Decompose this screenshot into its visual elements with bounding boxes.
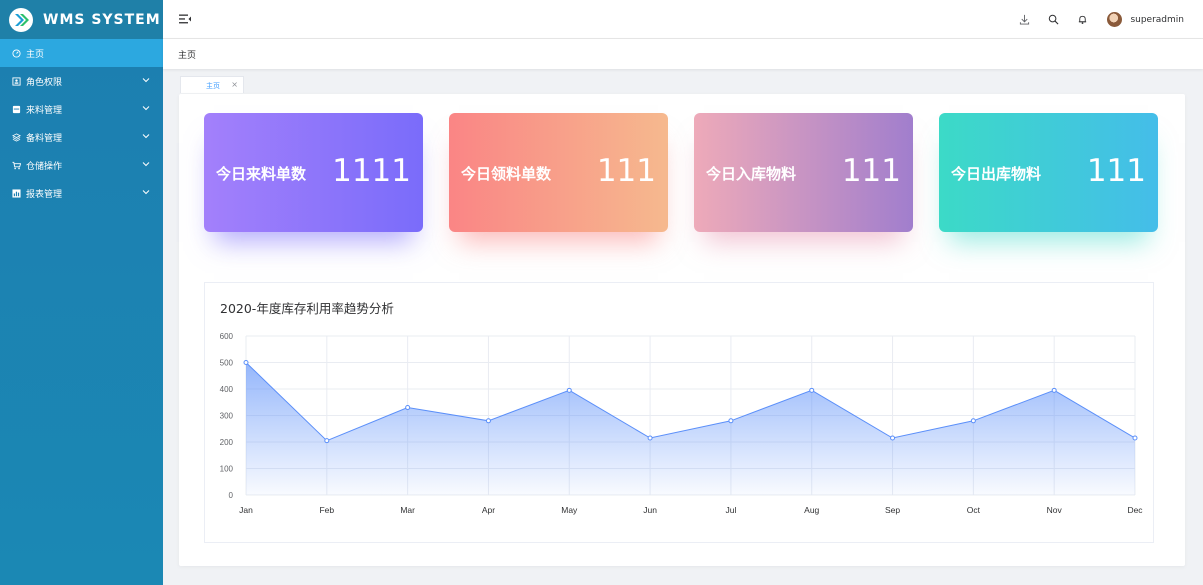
data-point: [243, 360, 249, 365]
chevron-down-icon: [142, 162, 150, 167]
user-card-icon: [12, 76, 21, 86]
data-point: [970, 418, 976, 424]
x-tick-label: Dec: [1127, 505, 1143, 515]
y-tick-label: 0: [229, 491, 234, 500]
data-point: [485, 418, 491, 424]
x-tick-label: Nov: [1047, 505, 1063, 515]
sidebar-item-home[interactable]: 主页: [0, 39, 163, 67]
card-value: 111: [596, 153, 656, 189]
card-value: 111: [841, 153, 901, 189]
top-header: superadmin: [163, 0, 1203, 39]
trend-chart: 0 100 200 300 400 500 600 Jan Feb Mar Apr May Jun Jul…: [220, 332, 1144, 515]
menu-toggle-icon[interactable]: [179, 13, 191, 25]
card-value: 111: [1086, 153, 1146, 189]
y-tick-label: 300: [220, 412, 234, 421]
card-value: 1111: [332, 153, 411, 189]
breadcrumb-bar: 主页: [163, 39, 1203, 69]
data-point: [890, 435, 896, 441]
data-point: [405, 405, 411, 411]
sidebar-item-label: 主页: [26, 49, 45, 60]
data-point: [809, 387, 815, 393]
stat-card-incoming: 今日来料单数 1111: [204, 113, 423, 232]
app-root: WMS SYSTEM 主页 角色权限 来料管理 备料管理 仓储操作 报表管理 s…: [0, 0, 1203, 585]
bell-icon[interactable]: [1076, 14, 1088, 26]
dashboard-icon: [12, 48, 21, 58]
stat-card-picking: 今日领料单数 111: [449, 113, 668, 232]
sidebar-item-label: 报表管理: [26, 189, 63, 200]
area-fill: [246, 362, 1135, 495]
chart-panel: 2020-年度库存利用率趋势分析 0 100 200 300 400 500 600 Jan F…: [204, 282, 1154, 543]
card-label: 今日领料单数: [461, 165, 552, 183]
sidebar: WMS SYSTEM 主页 角色权限 来料管理 备料管理 仓储操作 报表管理: [0, 0, 163, 585]
x-tick-label: Jan: [239, 505, 253, 515]
x-tick-label: Feb: [319, 505, 334, 515]
data-point: [566, 387, 572, 393]
data-point: [1051, 387, 1057, 393]
sidebar-item-label: 仓储操作: [26, 161, 63, 172]
close-icon[interactable]: ×: [231, 80, 238, 89]
x-tick-label: Apr: [482, 505, 495, 515]
x-tick-label: Aug: [804, 505, 819, 515]
tab-label: 主页: [206, 82, 220, 90]
search-icon[interactable]: [1047, 14, 1059, 26]
x-tick-label: Oct: [967, 505, 981, 515]
app-title: WMS SYSTEM: [43, 11, 161, 28]
sidebar-item-label: 角色权限: [26, 77, 63, 88]
sidebar-item-reports[interactable]: 报表管理: [0, 179, 163, 207]
stat-card-outbound: 今日出库物料 111: [939, 113, 1158, 232]
x-tick-label: Jun: [643, 505, 657, 515]
chevron-down-icon: [142, 78, 150, 83]
y-tick-label: 200: [220, 438, 234, 447]
card-label: 今日出库物料: [951, 165, 1042, 183]
y-tick-label: 600: [220, 332, 234, 341]
data-point: [324, 438, 330, 444]
data-point: [647, 435, 653, 441]
logo-icon: [9, 7, 33, 32]
header-actions: superadmin: [1018, 0, 1203, 39]
username[interactable]: superadmin: [1130, 15, 1184, 25]
sidebar-item-roles[interactable]: 角色权限: [0, 67, 163, 95]
data-point: [728, 418, 734, 424]
sidebar-item-label: 备料管理: [26, 133, 63, 144]
sidebar-item-label: 来料管理: [26, 105, 63, 116]
x-tick-label: Mar: [400, 505, 415, 515]
stat-card-inbound: 今日入库物料 111: [694, 113, 913, 232]
x-tick-label: Sep: [885, 505, 900, 515]
y-tick-label: 100: [220, 465, 234, 474]
card-label: 今日来料单数: [216, 165, 307, 183]
sidebar-item-prep[interactable]: 备料管理: [0, 123, 163, 151]
sidebar-item-warehouse[interactable]: 仓储操作: [0, 151, 163, 179]
data-point: [1132, 435, 1138, 441]
tab-home[interactable]: 主页 ×: [180, 76, 244, 93]
report-icon: [12, 188, 21, 198]
cart-icon: [12, 161, 21, 170]
chevron-down-icon: [142, 106, 150, 111]
y-tick-label: 500: [220, 359, 234, 368]
download-icon[interactable]: [1018, 14, 1030, 26]
card-label: 今日入库物料: [706, 165, 797, 183]
breadcrumb[interactable]: 主页: [178, 48, 196, 61]
x-tick-label: Jul: [725, 505, 736, 515]
y-tick-label: 400: [220, 385, 234, 394]
sidebar-item-incoming[interactable]: 来料管理: [0, 95, 163, 123]
avatar[interactable]: [1107, 12, 1123, 27]
chevron-down-icon: [142, 190, 150, 195]
x-tick-label: May: [561, 505, 578, 515]
layers-icon: [12, 132, 21, 142]
chevron-down-icon: [142, 134, 150, 139]
logo[interactable]: WMS SYSTEM: [0, 0, 163, 39]
box-icon: [12, 105, 21, 114]
